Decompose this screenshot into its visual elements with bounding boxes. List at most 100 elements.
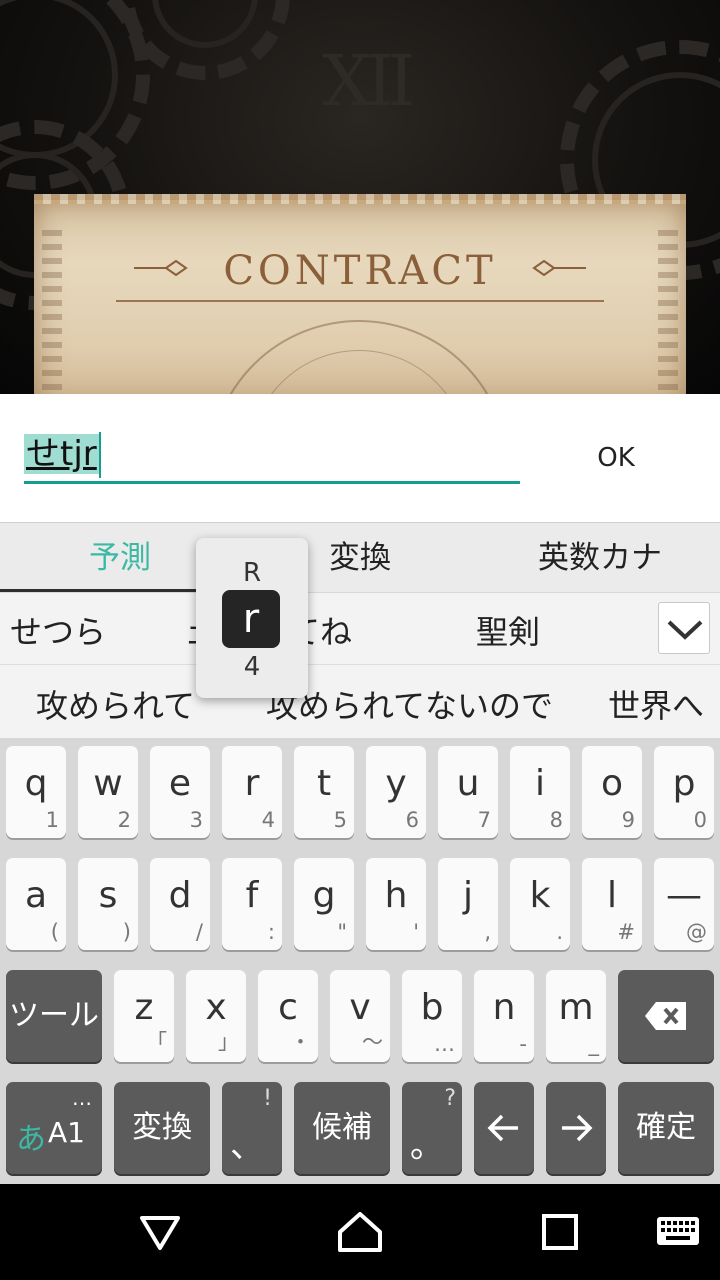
expand-candidates-button[interactable]: [658, 602, 710, 654]
key-sub-label: ?: [444, 1086, 456, 1111]
key-label: x: [205, 987, 227, 1028]
key-l[interactable]: l #: [582, 858, 642, 950]
candidate-item[interactable]: せつら: [10, 607, 106, 653]
key-g[interactable]: g ": [294, 858, 354, 950]
key-label: 候補: [312, 1110, 372, 1145]
key-n[interactable]: n-: [474, 970, 534, 1062]
key-label: u: [456, 763, 480, 804]
key-sub-label: ・: [290, 1030, 311, 1054]
key-p[interactable]: p0: [654, 746, 714, 838]
key-h[interactable]: h ': [366, 858, 426, 950]
key-label: e: [168, 763, 192, 804]
key-sub-label: 7: [477, 808, 491, 832]
key-sub-label: (: [50, 920, 59, 944]
period-key[interactable]: 。 ?: [402, 1082, 462, 1174]
key-j[interactable]: j,: [438, 858, 498, 950]
candidate-item[interactable]: 聖剣: [476, 607, 540, 653]
keyboard-icon[interactable]: [656, 1216, 700, 1246]
backspace-key[interactable]: [618, 970, 714, 1062]
key-o[interactable]: o9: [582, 746, 642, 838]
ok-button[interactable]: OK: [580, 434, 652, 482]
key-sub-label: 1: [45, 808, 59, 832]
key-label: g: [312, 875, 336, 916]
key-sub-label: 9: [621, 808, 635, 832]
key-label: 、: [230, 1126, 264, 1166]
nav-home-icon[interactable]: [336, 1210, 384, 1254]
contract-parchment: CONTRACT: [34, 194, 686, 394]
nav-recents-icon[interactable]: [536, 1210, 584, 1254]
input-mode-key[interactable]: … あ A1: [6, 1082, 102, 1174]
key-m[interactable]: m _: [546, 970, 606, 1062]
convert-key[interactable]: 変換: [114, 1082, 210, 1174]
key-r[interactable]: r4: [222, 746, 282, 838]
key-f[interactable]: f:: [222, 858, 282, 950]
input-composing-text[interactable]: せtjr: [24, 434, 99, 474]
cursor-right-key[interactable]: [546, 1082, 606, 1174]
key-label: s: [98, 875, 118, 916]
key-sub-label: 6: [405, 808, 419, 832]
mode-dots: …: [72, 1086, 92, 1110]
chevron-down-icon: [667, 620, 703, 640]
comma-key[interactable]: 、 !: [222, 1082, 282, 1174]
nav-back-icon[interactable]: [136, 1210, 184, 1254]
key-sub-label: #: [617, 920, 635, 944]
ime-tab-bar: 予測 変換 英数カナ: [0, 522, 720, 593]
key-s[interactable]: s): [78, 858, 138, 950]
key-a[interactable]: a(: [6, 858, 66, 950]
key-label: q: [24, 763, 48, 804]
key-label: f: [245, 875, 259, 916]
key-label: c: [278, 987, 298, 1028]
key-dash[interactable]: — @: [654, 858, 714, 950]
text-caret: [99, 432, 101, 478]
key-b[interactable]: b…: [402, 970, 462, 1062]
key-label: k: [529, 875, 551, 916]
key-t[interactable]: t5: [294, 746, 354, 838]
key-sub-label: 2: [117, 808, 131, 832]
key-label: a: [24, 875, 48, 916]
key-label: d: [168, 875, 192, 916]
key-x[interactable]: x」: [186, 970, 246, 1062]
confirm-key[interactable]: 確定: [618, 1082, 714, 1174]
key-c[interactable]: c ・: [258, 970, 318, 1062]
key-sub-label: ': [413, 920, 419, 944]
key-sub-label: 0: [693, 808, 707, 832]
key-sub-label: 4: [261, 808, 275, 832]
game-background: XII CONTRACT: [0, 0, 720, 394]
key-e[interactable]: e3: [150, 746, 210, 838]
tab-alnum-kana[interactable]: 英数カナ: [480, 523, 720, 593]
key-sub-label: 」: [218, 1030, 239, 1054]
candidate-row: せつら ェ てね 聖剣: [0, 592, 720, 664]
mode-label-kana: あ: [16, 1122, 46, 1157]
contract-title: CONTRACT: [223, 248, 497, 294]
key-d[interactable]: d /: [150, 858, 210, 950]
key-label: z: [134, 987, 154, 1028]
candidate-item[interactable]: 攻められてないので: [266, 681, 553, 727]
key-label: o: [600, 763, 624, 804]
key-i[interactable]: i8: [510, 746, 570, 838]
arrow-right-icon: [562, 1114, 593, 1142]
key-sub-label: …: [434, 1032, 455, 1056]
tool-key[interactable]: ツール: [6, 970, 102, 1062]
clock-numeral: XII: [322, 40, 415, 122]
key-sub-label: /: [195, 920, 203, 944]
key-label: j: [462, 875, 473, 916]
candidate-item[interactable]: 攻められて: [36, 681, 195, 727]
key-y[interactable]: y6: [366, 746, 426, 838]
key-v[interactable]: v 〜: [330, 970, 390, 1062]
candidate-item[interactable]: 世界へ: [608, 681, 704, 727]
backspace-icon: [645, 1002, 686, 1030]
key-w[interactable]: w2: [78, 746, 138, 838]
popup-upper-label: R: [242, 558, 262, 588]
popup-lower-label: 4: [243, 652, 261, 682]
key-sub-label: ): [122, 920, 131, 944]
candidate-key[interactable]: 候補: [294, 1082, 390, 1174]
name-input-field[interactable]: せtjr: [24, 432, 520, 484]
key-sub-label: ,: [484, 920, 491, 944]
key-k[interactable]: k.: [510, 858, 570, 950]
key-z[interactable]: z 「: [114, 970, 174, 1062]
key-q[interactable]: q1: [6, 746, 66, 838]
cursor-left-key[interactable]: [474, 1082, 534, 1174]
text-input-dialog: せtjr OK: [0, 394, 720, 522]
key-label: n: [492, 987, 516, 1028]
key-u[interactable]: u7: [438, 746, 498, 838]
